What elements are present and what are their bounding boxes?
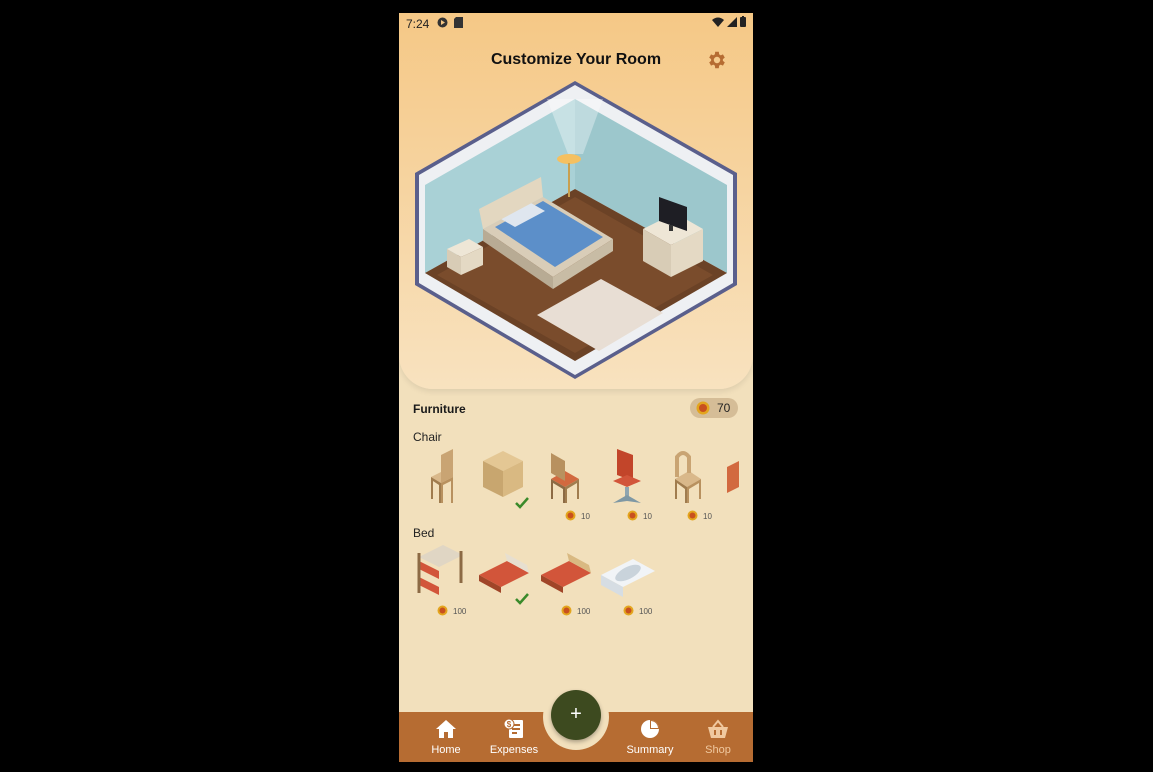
battery-icon — [740, 16, 746, 27]
status-bar: 7:24 — [399, 13, 753, 35]
play-protect-icon — [437, 17, 448, 28]
chair-item-1[interactable] — [413, 447, 469, 509]
chair-item-4[interactable]: 10 — [599, 447, 655, 521]
coin-icon — [565, 510, 576, 521]
nav-shop-label: Shop — [705, 744, 731, 756]
chair-item-5[interactable]: 10 — [661, 447, 717, 521]
chair-item-3-price: 10 — [581, 512, 590, 521]
signal-icon — [727, 16, 737, 27]
coin-icon — [623, 605, 634, 616]
wifi-icon — [712, 17, 724, 27]
nav-expenses-label: Expenses — [489, 744, 539, 756]
category-chair-label: Chair — [413, 430, 442, 444]
status-time: 7:24 — [406, 17, 430, 31]
coin-icon — [687, 510, 698, 521]
bed-item-3[interactable]: 100 — [537, 543, 593, 616]
add-expense-button[interactable]: + — [551, 690, 601, 740]
bed-item-4[interactable]: 100 — [599, 543, 655, 616]
chair-item-3[interactable]: 10 — [537, 447, 593, 521]
nav-shop[interactable]: Shop — [688, 719, 748, 756]
app-screen: 7:24 Customize Your Room Furniture 70 Ch… — [399, 13, 753, 762]
coin-icon — [627, 510, 638, 521]
bed-item-1[interactable]: 100 — [413, 543, 469, 616]
sd-card-icon — [454, 17, 463, 28]
chair-item-2[interactable] — [475, 447, 531, 509]
bed-item-2[interactable] — [475, 543, 531, 605]
nav-home-label: Home — [431, 744, 461, 756]
basket-icon — [708, 719, 728, 738]
nav-home[interactable]: Home — [416, 719, 476, 756]
home-icon — [436, 720, 456, 738]
owned-check-icon — [515, 497, 529, 509]
room-illustration[interactable] — [413, 79, 739, 381]
coin-balance: 70 — [690, 398, 738, 418]
receipt-icon: $ — [503, 718, 523, 738]
coin-icon — [696, 401, 710, 415]
svg-text:$: $ — [507, 720, 512, 729]
chair-item-5-price: 10 — [703, 512, 712, 521]
page-title: Customize Your Room — [490, 51, 662, 68]
nav-expenses[interactable]: $ Expenses — [484, 718, 544, 756]
owned-check-icon — [515, 593, 529, 605]
coin-icon — [437, 605, 448, 616]
coin-icon — [561, 605, 572, 616]
category-bed-label: Bed — [413, 526, 435, 540]
pie-chart-icon — [641, 720, 659, 738]
bed-item-3-price: 100 — [577, 607, 591, 616]
bed-item-1-price: 100 — [453, 607, 467, 616]
chair-item-6-partial[interactable] — [723, 447, 739, 509]
gear-icon[interactable] — [706, 49, 728, 71]
bed-item-4-price: 100 — [639, 607, 653, 616]
coin-balance-value: 70 — [717, 401, 731, 415]
nav-summary-label: Summary — [626, 744, 674, 756]
nav-summary[interactable]: Summary — [620, 719, 680, 756]
furniture-heading: Furniture — [413, 402, 466, 416]
chair-item-4-price: 10 — [643, 512, 652, 521]
